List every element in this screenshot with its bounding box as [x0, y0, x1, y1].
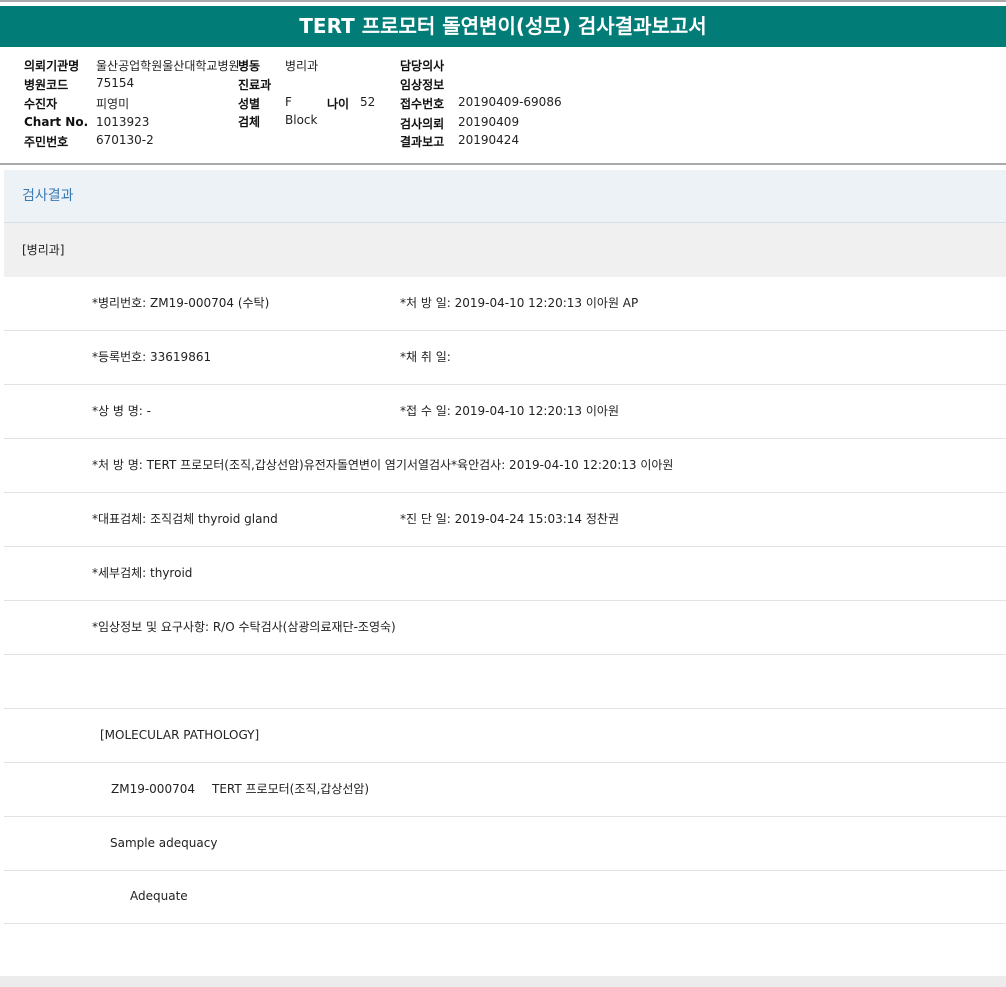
report-title: TERT 프로모터 돌연변이(성모) 검사결과보고서	[0, 6, 1006, 47]
reception-label: 접수번호	[400, 97, 445, 111]
table-row: Sample adequacy	[4, 817, 1006, 871]
table-row: ZM19-000704 TERT 프로모터(조직,갑상선암)	[4, 763, 1006, 817]
table-row: *대표검체: 조직검체 thyroid gland *진 단 일: 2019-04…	[4, 493, 1006, 547]
row-right: *처 방 일: 2019-04-10 12:20:13 이아원 AP	[400, 296, 639, 310]
row-left: *세부검체: thyroid	[92, 566, 193, 580]
adequacy-value: Adequate	[130, 889, 188, 903]
institution-label: 의뢰기관명	[24, 59, 80, 73]
section-header: 검사결과	[4, 170, 1006, 223]
table-row: *병리번호: ZM19-000704 (수탁) *처 방 일: 2019-04-1…	[4, 277, 1006, 331]
table-row: *세부검체: thyroid	[4, 547, 1006, 601]
row-right: *접 수 일: 2019-04-10 12:20:13 이아원	[400, 404, 619, 418]
reception-value: 20190409-69086	[458, 95, 562, 109]
doctor-label: 담당의사	[400, 59, 445, 73]
ward-label: 병동	[238, 59, 261, 73]
empty-row	[4, 655, 1006, 709]
table-row: Adequate	[4, 870, 1006, 924]
hospital-code-label: 병원코드	[24, 78, 69, 92]
table-row: *등록번호: 33619861 *채 취 일:	[4, 331, 1006, 385]
patient-info: 의뢰기관명 울산공업학원울산대학교병원 병동 병리과 담당의사 병원코드 751…	[0, 47, 1006, 165]
row-right: *진 단 일: 2019-04-24 15:03:14 정찬권	[400, 512, 619, 526]
row-left: *등록번호: 33619861	[92, 350, 212, 364]
top-border	[0, 0, 1006, 2]
row-left: *병리번호: ZM19-000704 (수탁)	[92, 296, 270, 310]
chart-label: Chart No.	[24, 115, 89, 129]
bottom-bar	[0, 976, 1006, 987]
sex-value: F	[285, 95, 292, 109]
dept-label: 진료과	[238, 78, 272, 92]
clinical-label: 임상정보	[400, 78, 445, 92]
row-right: *채 취 일:	[400, 350, 451, 364]
id-label: 주민번호	[24, 135, 69, 149]
dept-header: [병리과]	[4, 223, 1006, 277]
age-label: 나이	[327, 97, 350, 111]
report-value: 20190424	[458, 133, 520, 147]
table-row: *상 병 명: - *접 수 일: 2019-04-10 12:20:13 이아원	[4, 385, 1006, 439]
chart-value: 1013923	[96, 115, 150, 129]
table-row: [MOLECULAR PATHOLOGY]	[4, 709, 1006, 763]
institution-value: 울산공업학원울산대학교병원	[96, 59, 240, 73]
molecular-heading: [MOLECULAR PATHOLOGY]	[100, 728, 260, 742]
id-value: 670130-2	[96, 133, 154, 147]
row-left: *대표검체: 조직검체 thyroid gland	[92, 512, 278, 526]
age-value: 52	[360, 95, 376, 109]
patient-value: 피영미	[96, 97, 130, 111]
specimen-label: 검체	[238, 115, 261, 129]
table-row: *임상정보 및 요구사항: R/O 수탁검사(삼광의료재단-조영숙)	[4, 601, 1006, 655]
test-id: ZM19-000704	[111, 782, 195, 796]
request-value: 20190409	[458, 115, 520, 129]
row-left: *상 병 명: -	[92, 404, 151, 418]
table-row: *처 방 명: TERT 프로모터(조직,갑상선암)유전자돌연변이 염기서열검사…	[4, 439, 1006, 493]
patient-label: 수진자	[24, 97, 58, 111]
request-label: 검사의뢰	[400, 117, 445, 131]
specimen-value: Block	[285, 113, 318, 127]
hospital-code-value: 75154	[96, 76, 135, 90]
row-left: *임상정보 및 요구사항: R/O 수탁검사(삼광의료재단-조영숙)	[92, 620, 396, 634]
test-name: TERT 프로모터(조직,갑상선암)	[212, 782, 370, 796]
row-left: *처 방 명: TERT 프로모터(조직,갑상선암)유전자돌연변이 염기서열검사…	[92, 458, 674, 472]
adequacy-label: Sample adequacy	[110, 836, 218, 850]
ward-value: 병리과	[285, 59, 319, 73]
sex-label: 성별	[238, 97, 261, 111]
report-label: 결과보고	[400, 135, 445, 149]
